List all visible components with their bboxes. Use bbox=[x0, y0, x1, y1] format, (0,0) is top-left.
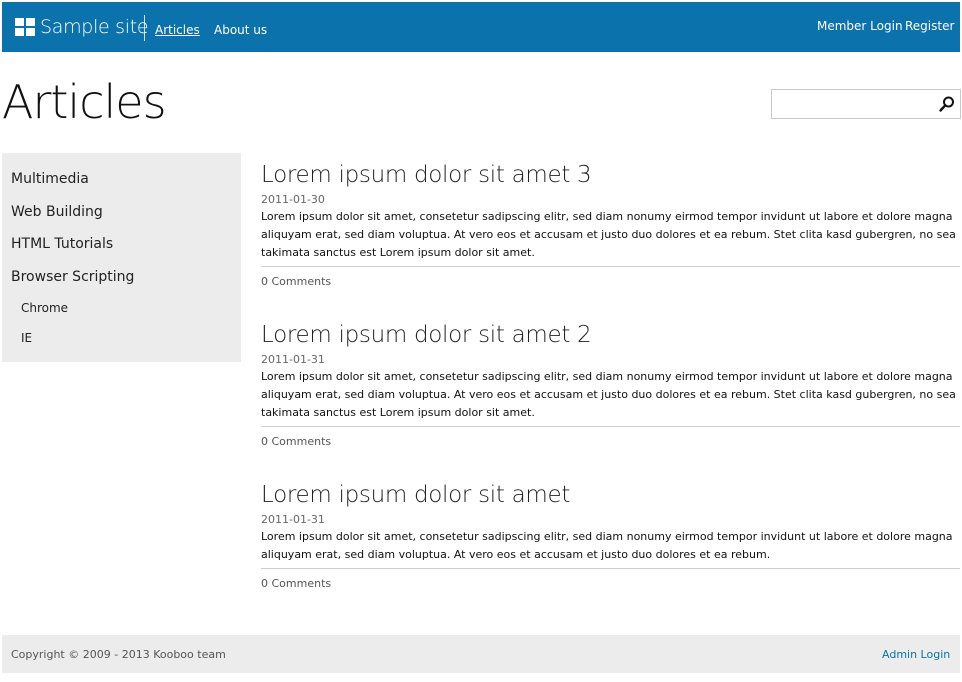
admin-login-link[interactable]: Admin Login bbox=[882, 648, 950, 661]
search-box bbox=[771, 89, 961, 119]
search-input[interactable] bbox=[776, 93, 934, 115]
register-link[interactable]: Register bbox=[905, 19, 954, 33]
article-item: Lorem ipsum dolor sit amet 3 2011-01-30 … bbox=[261, 160, 960, 289]
nav-articles-link[interactable]: Articles bbox=[155, 23, 200, 37]
logo-grid-icon[interactable] bbox=[15, 18, 36, 37]
sidebar-subitem-ie[interactable]: IE bbox=[21, 331, 32, 345]
article-divider bbox=[261, 568, 960, 569]
site-title-link[interactable]: Sample site bbox=[40, 16, 149, 38]
copyright-text: Copyright © 2009 - 2013 Kooboo team bbox=[11, 648, 226, 661]
sidebar-item-web-building[interactable]: Web Building bbox=[11, 204, 103, 220]
page-title: Articles bbox=[2, 75, 167, 129]
title-separator bbox=[144, 15, 145, 41]
article-body: Lorem ipsum dolor sit amet, consetetur s… bbox=[261, 210, 956, 259]
sidebar-item-multimedia[interactable]: Multimedia bbox=[11, 171, 89, 187]
article-body: Lorem ipsum dolor sit amet, consetetur s… bbox=[261, 370, 956, 419]
article-title-link[interactable]: Lorem ipsum dolor sit amet 2 bbox=[261, 322, 592, 348]
article-date: 2011-01-31 bbox=[261, 353, 325, 366]
article-divider bbox=[261, 266, 960, 267]
member-login-link[interactable]: Member Login bbox=[817, 19, 903, 33]
sidebar-item-html-tutorials[interactable]: HTML Tutorials bbox=[11, 236, 113, 252]
nav-about-us-link[interactable]: About us bbox=[214, 23, 267, 37]
article-comments-link[interactable]: 0 Comments bbox=[261, 577, 331, 590]
article-body: Lorem ipsum dolor sit amet, consetetur s… bbox=[261, 530, 953, 561]
article-date: 2011-01-30 bbox=[261, 193, 325, 206]
article-divider bbox=[261, 426, 960, 427]
sidebar-subitem-chrome[interactable]: Chrome bbox=[21, 301, 68, 315]
article-comments-link[interactable]: 0 Comments bbox=[261, 435, 331, 448]
sidebar: Multimedia Web Building HTML Tutorials B… bbox=[2, 153, 241, 362]
search-icon bbox=[939, 96, 954, 112]
footer: Copyright © 2009 - 2013 Kooboo team Admi… bbox=[2, 635, 960, 673]
sidebar-item-browser-scripting[interactable]: Browser Scripting bbox=[11, 269, 134, 285]
article-item: Lorem ipsum dolor sit amet 2011-01-31 Lo… bbox=[261, 480, 960, 591]
search-button[interactable] bbox=[936, 94, 958, 116]
article-comments-link[interactable]: 0 Comments bbox=[261, 275, 331, 288]
article-date: 2011-01-31 bbox=[261, 513, 325, 526]
article-title-link[interactable]: Lorem ipsum dolor sit amet 3 bbox=[261, 162, 592, 188]
article-item: Lorem ipsum dolor sit amet 2 2011-01-31 … bbox=[261, 320, 960, 449]
article-title-link[interactable]: Lorem ipsum dolor sit amet bbox=[261, 482, 570, 508]
top-navigation-bar: Sample site Articles About us Member Log… bbox=[2, 2, 960, 52]
